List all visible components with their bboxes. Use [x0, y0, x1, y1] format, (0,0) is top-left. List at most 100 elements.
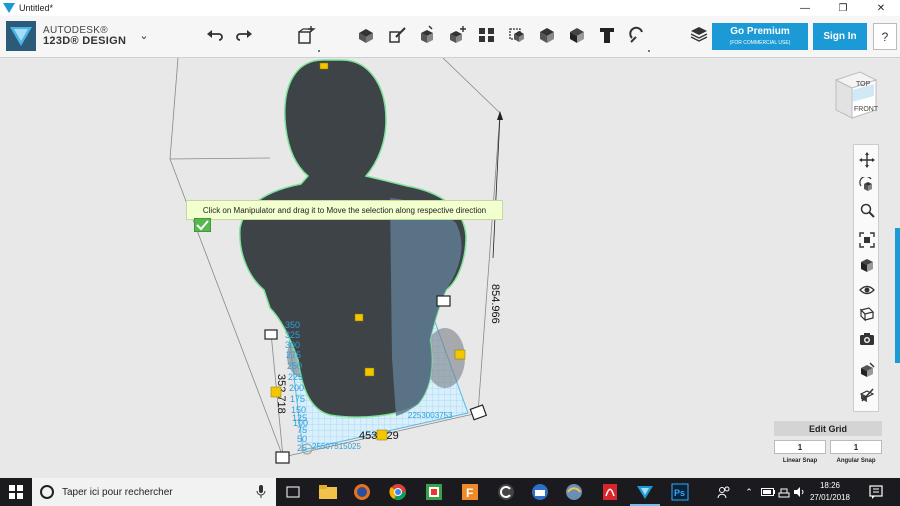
ruler-bottom-labels: 25507515025 [312, 442, 361, 451]
clock-time: 18:26 [819, 481, 841, 490]
materials-display-icon[interactable] [858, 305, 876, 323]
combine-icon[interactable] [506, 24, 528, 46]
3d-scene[interactable]: 350 325 300 275 250 225 200 175 150 125 … [0, 58, 900, 478]
measure-icon[interactable] [536, 24, 558, 46]
pan-icon[interactable] [858, 151, 876, 169]
go-premium-button[interactable]: Go Premium (FOR COMMERCIAL USE) [712, 23, 808, 50]
redo-icon[interactable] [233, 24, 255, 46]
height-dimension[interactable]: 854.966 [489, 284, 501, 324]
move-handle[interactable] [270, 386, 282, 398]
scale-handle[interactable] [264, 329, 278, 340]
ruler-label-250: 250 [287, 361, 302, 371]
angular-snap-input[interactable]: 1 [830, 440, 882, 454]
ruler-label-325: 325 [285, 330, 300, 340]
brand[interactable]: AUTODESK® 123D® DESIGN [6, 21, 126, 51]
photo-app-icon[interactable] [424, 482, 444, 502]
primitives-icon[interactable] [295, 24, 317, 46]
scale-handle[interactable] [469, 404, 488, 421]
viewcube-top-label: TOP [856, 81, 871, 88]
photoshop-icon[interactable]: Ps [670, 482, 690, 502]
screenshot-icon[interactable] [858, 330, 876, 348]
people-icon[interactable] [716, 478, 732, 506]
clock-date: 27/01/2018 [809, 493, 851, 502]
globe-app-icon[interactable] [564, 482, 584, 502]
settings-icon[interactable] [858, 386, 876, 404]
material-icon[interactable] [566, 24, 588, 46]
move-handle[interactable] [354, 313, 364, 322]
linear-snap-input[interactable]: 1 [774, 440, 826, 454]
undo-icon[interactable] [204, 24, 226, 46]
123d-design-taskbar-icon[interactable] [635, 482, 655, 502]
minimize-button[interactable]: — [786, 0, 824, 16]
fusion-icon[interactable]: F [460, 482, 480, 502]
window-title: Untitled* [19, 3, 54, 13]
taskbar-search[interactable]: Taper ici pour rechercher [32, 478, 276, 506]
angular-snap-label: Angular Snap [836, 458, 876, 464]
construct-icon[interactable] [386, 24, 408, 46]
task-view-icon[interactable] [283, 482, 303, 502]
snap-icon[interactable] [626, 24, 648, 46]
viewcube-front-label: FRONT [854, 106, 879, 113]
battery-icon[interactable] [760, 478, 776, 506]
firefox-icon[interactable] [352, 482, 372, 502]
sketch-icon[interactable] [355, 24, 377, 46]
chrome-icon[interactable] [388, 482, 408, 502]
ccleaner-icon[interactable] [496, 482, 516, 502]
fit-icon[interactable] [858, 231, 876, 249]
ruler-label-175: 175 [290, 394, 305, 404]
main-menu-chevron-icon[interactable]: ⌄ [138, 30, 150, 42]
action-center-icon[interactable] [868, 484, 884, 500]
microphone-icon[interactable] [256, 485, 266, 499]
brand-line2: 123D® DESIGN [43, 35, 127, 47]
app-logo-icon [3, 3, 15, 13]
grouping-icon[interactable] [476, 24, 498, 46]
volume-icon[interactable] [793, 478, 805, 506]
file-explorer-icon[interactable] [318, 482, 338, 502]
move-handle[interactable] [319, 62, 329, 70]
cortana-icon [40, 485, 54, 499]
windows-taskbar: Taper ici pour rechercher F Ps ⌃ 18:26 2… [0, 478, 900, 506]
windows-logo-icon [9, 485, 23, 499]
ruler-label-225: 225 [288, 372, 303, 382]
main-toolbar: AUTODESK® 123D® DESIGN ⌄ Go Premium (FOR… [0, 16, 900, 58]
move-handle[interactable] [376, 429, 388, 441]
confirm-check-icon[interactable] [194, 218, 211, 232]
text-icon[interactable] [596, 24, 618, 46]
maximize-button[interactable]: ❐ [824, 0, 862, 16]
brand-text: AUTODESK® 123D® DESIGN [43, 25, 126, 47]
panel-expand-tab[interactable] [895, 228, 900, 363]
system-clock[interactable]: 18:26 27/01/2018 [806, 480, 854, 504]
title-bar: Untitled* — ❐ ✕ [0, 0, 900, 16]
tray-expand-icon[interactable]: ⌃ [742, 478, 756, 506]
search-placeholder: Taper ici pour rechercher [62, 486, 173, 498]
3d-viewport[interactable]: 350 325 300 275 250 225 200 175 150 125 … [0, 58, 900, 478]
ruler-label-350: 350 [285, 320, 300, 330]
pattern-icon[interactable] [446, 24, 468, 46]
start-button[interactable] [0, 478, 32, 506]
ruler-label-200: 200 [289, 383, 304, 393]
edit-grid-button[interactable]: Edit Grid [774, 421, 882, 436]
move-handle[interactable] [454, 349, 466, 360]
window-controls: — ❐ ✕ [786, 0, 900, 16]
view-cube[interactable]: TOP FRONT [830, 66, 880, 122]
thunderbird-icon[interactable] [530, 482, 550, 502]
close-button[interactable]: ✕ [862, 0, 900, 16]
svg-text:Ps: Ps [674, 488, 685, 498]
modify-icon[interactable] [416, 24, 438, 46]
visibility-icon[interactable] [858, 281, 876, 299]
move-handle[interactable] [364, 367, 375, 377]
sign-in-button[interactable]: Sign In [813, 23, 867, 50]
linear-snap-label: Linear Snap [782, 458, 818, 464]
views-icon[interactable] [858, 256, 876, 274]
manipulator-tooltip: Click on Manipulator and drag it to Move… [186, 200, 503, 220]
help-button[interactable]: ? [873, 23, 897, 50]
network-icon[interactable] [777, 478, 791, 506]
layers-icon[interactable] [688, 24, 710, 46]
ruler-label-275: 275 [286, 350, 301, 360]
scale-handle[interactable] [436, 295, 451, 307]
zoom-icon[interactable] [858, 201, 876, 219]
scale-handle[interactable] [275, 451, 290, 464]
acrobat-icon[interactable] [600, 482, 620, 502]
grid-icon[interactable] [858, 361, 876, 379]
orbit-icon[interactable] [858, 176, 876, 194]
